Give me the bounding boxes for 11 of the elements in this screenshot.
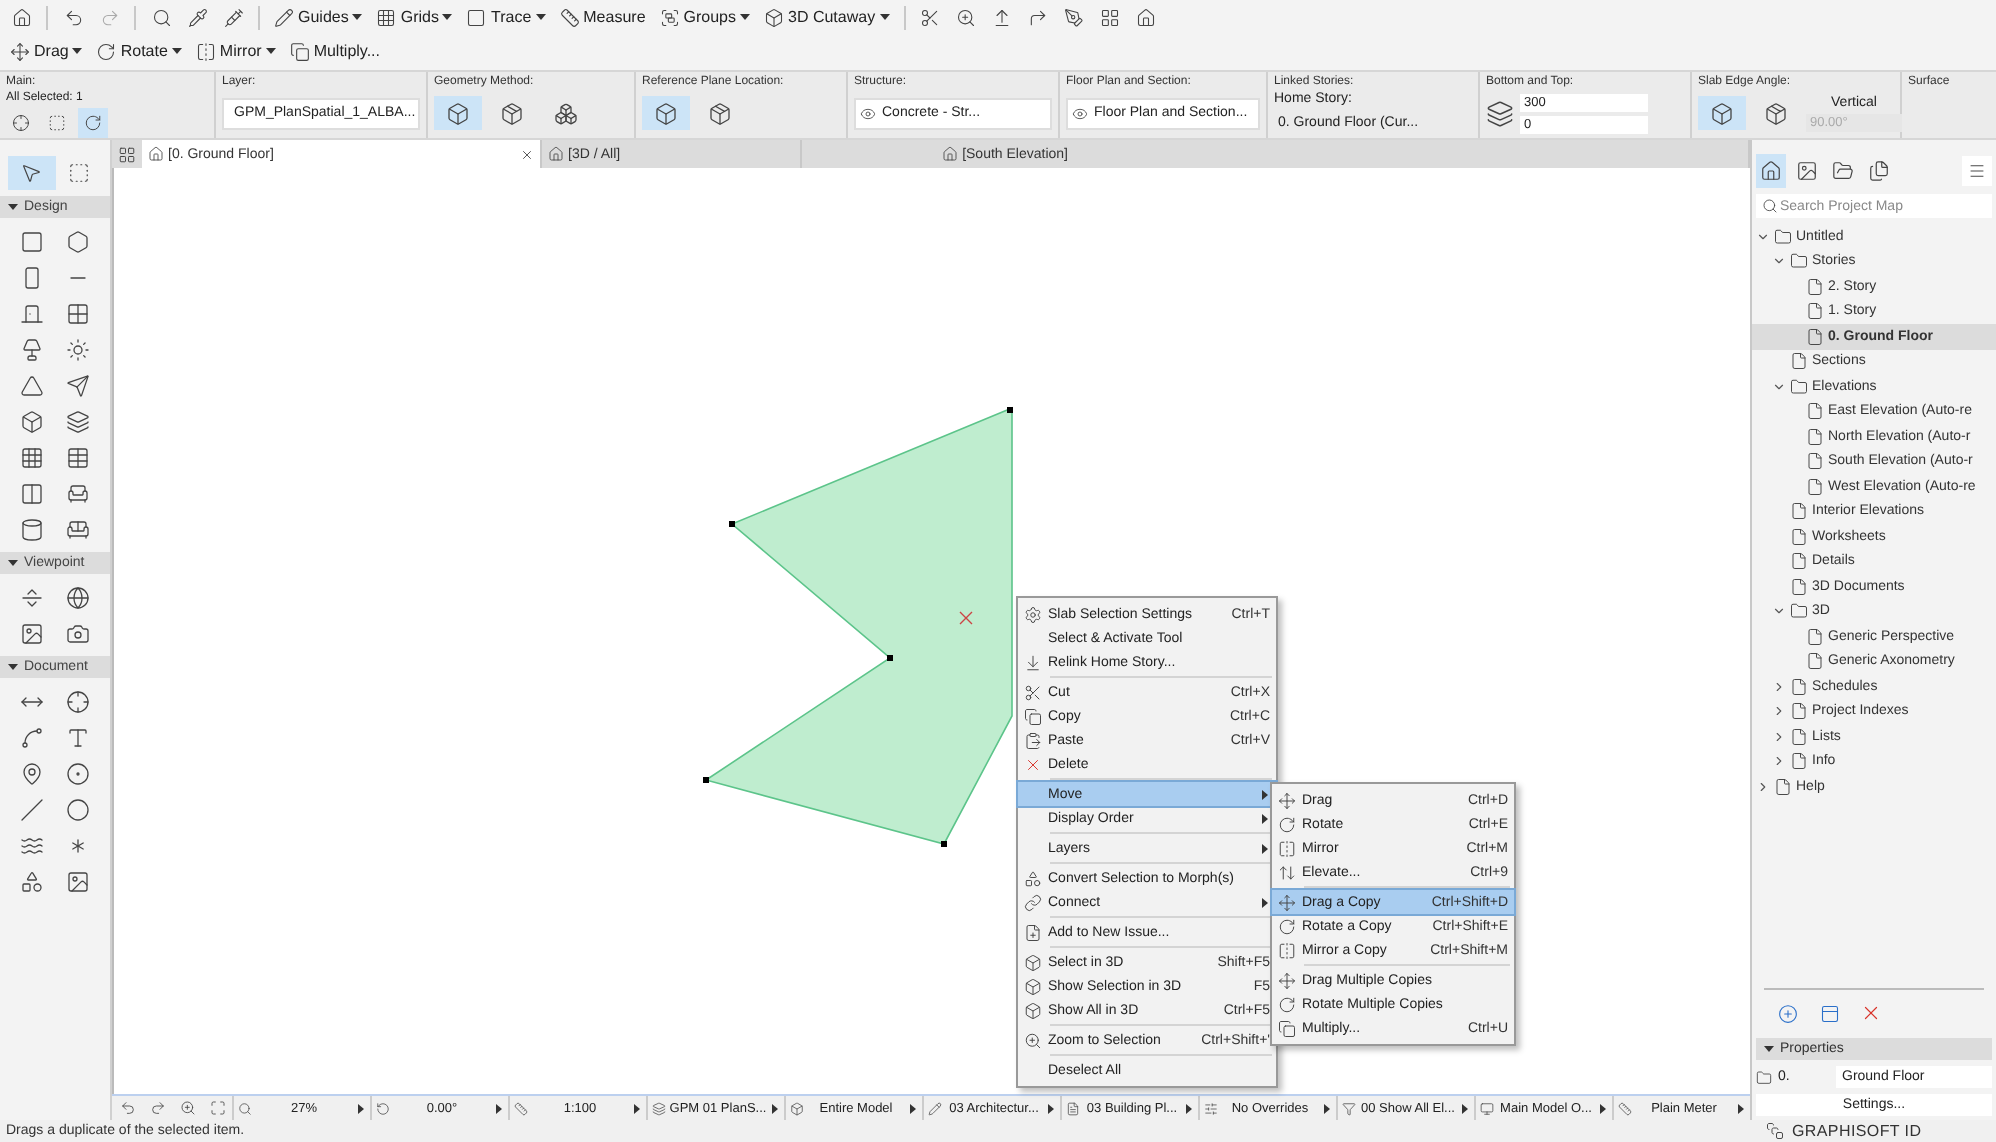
toolbar-button[interactable]: 3D Cutaway — [760, 2, 894, 32]
toolbar-button[interactable]: Guides — [270, 2, 367, 32]
toolbar-button[interactable]: Mirror — [191, 36, 280, 66]
toolbar-button[interactable]: Drag — [6, 36, 87, 66]
toolbar-button[interactable]: Measure — [555, 2, 650, 32]
account-label: GRAPHISOFT ID — [1792, 1122, 1922, 1140]
toolbar-button[interactable]: Trace — [462, 2, 550, 32]
toolbar-button[interactable]: Grids — [372, 2, 457, 32]
toolbar-button[interactable]: Rotate — [92, 36, 186, 66]
toolbar-button[interactable]: Multiply... — [285, 36, 385, 66]
toolbar-button[interactable]: Groups — [655, 2, 754, 32]
